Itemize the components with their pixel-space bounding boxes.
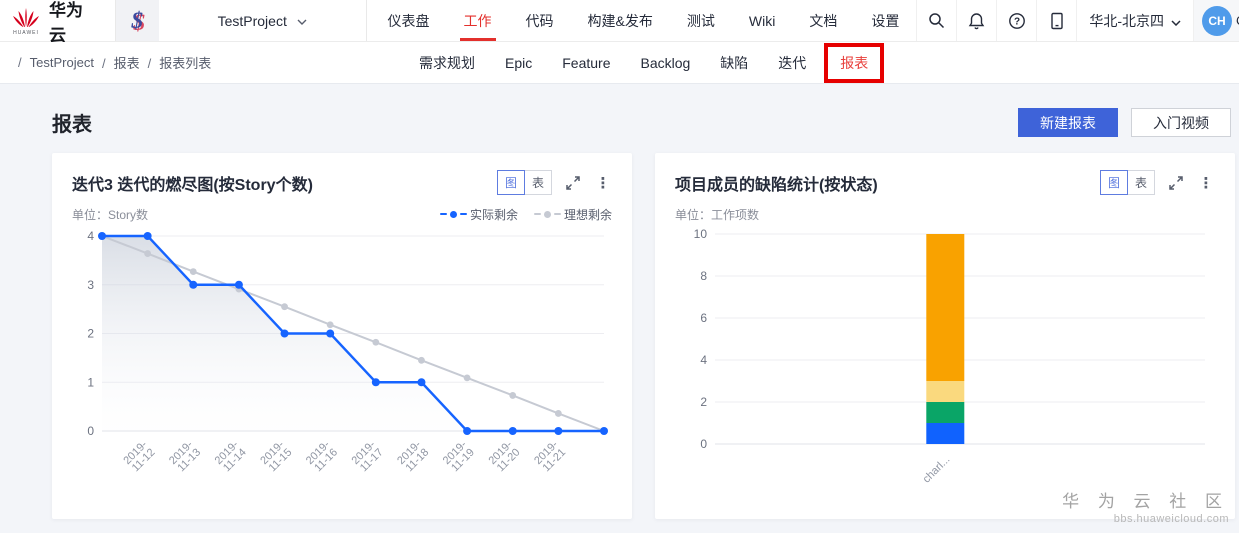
svg-text:4: 4 bbox=[700, 353, 707, 367]
svg-text:4: 4 bbox=[87, 229, 94, 243]
svg-text:2019-11-20: 2019-11-20 bbox=[486, 438, 522, 474]
card-header: 迭代3 迭代的燃尽图(按Story个数) 图 表 ⋮ bbox=[72, 170, 612, 195]
defect-stacked-bar-chart: 0 2 4 6 8 10 charl... bbox=[675, 224, 1215, 486]
chevron-down-icon bbox=[1171, 13, 1181, 29]
tab-requirement-planning[interactable]: 需求规划 bbox=[404, 53, 490, 73]
topbar-right: ? 华北-北京四 CH C bbox=[916, 0, 1239, 41]
svg-text:6: 6 bbox=[700, 311, 707, 325]
svg-text:2019-11-16: 2019-11-16 bbox=[304, 438, 340, 474]
project-selector[interactable]: TestProject bbox=[159, 0, 366, 41]
svg-text:?: ? bbox=[1014, 16, 1020, 27]
breadcrumb-reports[interactable]: 报表 bbox=[94, 53, 140, 72]
svg-text:10: 10 bbox=[694, 227, 708, 241]
chart-legend: 实际剩余 理想剩余 bbox=[440, 206, 612, 223]
chevron-down-icon bbox=[297, 12, 307, 30]
tab-reports[interactable]: 报表 bbox=[840, 55, 868, 71]
legend-ideal-remaining[interactable]: 理想剩余 bbox=[534, 206, 612, 223]
project-name: TestProject bbox=[218, 13, 287, 29]
breadcrumb: TestProject 报表 报表列表 bbox=[0, 53, 211, 72]
tab-backlog[interactable]: Backlog bbox=[625, 55, 705, 71]
svg-text:2: 2 bbox=[87, 327, 94, 341]
notification-bell-icon[interactable] bbox=[956, 0, 996, 41]
legend-actual-remaining[interactable]: 实际剩余 bbox=[440, 206, 518, 223]
card-header: 项目成员的缺陷统计(按状态) 图 表 ⋮ bbox=[675, 170, 1215, 195]
user-menu[interactable]: CH C bbox=[1193, 0, 1239, 41]
expand-icon[interactable] bbox=[564, 174, 582, 192]
huawei-logo-icon: HUAWEI bbox=[12, 6, 40, 36]
view-toggle: 图 表 bbox=[497, 170, 552, 195]
nav-item-test[interactable]: 测试 bbox=[670, 0, 732, 41]
page-actions: 新建报表 入门视频 bbox=[1018, 108, 1231, 137]
unit-label: 单位：Story数 bbox=[72, 206, 148, 223]
more-options-icon[interactable]: ⋮ bbox=[1197, 174, 1215, 192]
chart-view-button[interactable]: 图 bbox=[497, 170, 525, 195]
chart-meta: 单位：工作项数 bbox=[675, 206, 1215, 222]
page-title: 报表 bbox=[52, 108, 92, 137]
region-selector[interactable]: 华北-北京四 bbox=[1076, 0, 1193, 41]
brand-name: 华为云 bbox=[49, 0, 99, 46]
svg-text:charl...: charl... bbox=[921, 454, 953, 486]
svg-text:2019-11-13: 2019-11-13 bbox=[167, 438, 203, 474]
nav-item-settings[interactable]: 设置 bbox=[854, 0, 916, 41]
tab-feature[interactable]: Feature bbox=[547, 55, 625, 71]
more-options-icon[interactable]: ⋮ bbox=[594, 174, 612, 192]
nav-item-docs[interactable]: 文档 bbox=[792, 0, 854, 41]
svg-text:8: 8 bbox=[700, 269, 707, 283]
breadcrumb-report-list: 报表列表 bbox=[140, 53, 212, 72]
main-nav: 仪表盘 工作 代码 构建&发布 测试 Wiki 文档 设置 bbox=[371, 0, 917, 41]
card-controls: 图 表 ⋮ bbox=[497, 170, 612, 195]
new-report-button[interactable]: 新建报表 bbox=[1018, 108, 1118, 137]
svg-text:1: 1 bbox=[87, 375, 94, 389]
chart-meta: 单位：Story数 实际剩余 理想剩余 bbox=[72, 206, 612, 222]
region-label: 华北-北京四 bbox=[1089, 11, 1164, 31]
nav-item-code[interactable]: 代码 bbox=[509, 0, 571, 41]
svg-text:2019-11-14: 2019-11-14 bbox=[213, 438, 249, 474]
card-controls: 图 表 ⋮ bbox=[1100, 170, 1215, 195]
svg-text:2019-11-12: 2019-11-12 bbox=[121, 438, 157, 474]
svg-text:2019-11-19: 2019-11-19 bbox=[441, 438, 477, 474]
search-icon[interactable] bbox=[916, 0, 956, 41]
annotation-highlight-box: 报表 bbox=[824, 43, 884, 83]
table-view-button[interactable]: 表 bbox=[1127, 170, 1155, 195]
card-title: 项目成员的缺陷统计(按状态) bbox=[675, 171, 878, 195]
topbar: HUAWEI 华为云 $ TestProject 仪表盘 工作 代码 构建&发布… bbox=[0, 0, 1239, 42]
help-icon[interactable]: ? bbox=[996, 0, 1036, 41]
nav-item-build-release[interactable]: 构建&发布 bbox=[571, 0, 670, 41]
report-cards: 迭代3 迭代的燃尽图(按Story个数) 图 表 ⋮ 单位：Story数 bbox=[52, 153, 1239, 519]
nav-item-work[interactable]: 工作 bbox=[447, 0, 509, 41]
burndown-line-chart: 012342019-11-122019-11-132019-11-142019-… bbox=[72, 224, 612, 486]
tab-defects[interactable]: 缺陷 bbox=[705, 53, 763, 73]
expand-icon[interactable] bbox=[1167, 174, 1185, 192]
svg-text:0: 0 bbox=[700, 437, 707, 451]
burndown-chart-card: 迭代3 迭代的燃尽图(按Story个数) 图 表 ⋮ 单位：Story数 bbox=[52, 153, 632, 519]
page-head: 报表 新建报表 入门视频 bbox=[0, 84, 1239, 137]
nav-item-dashboard[interactable]: 仪表盘 bbox=[371, 0, 447, 41]
card-title: 迭代3 迭代的燃尽图(按Story个数) bbox=[72, 171, 313, 195]
divider bbox=[366, 0, 367, 41]
svg-text:0: 0 bbox=[87, 424, 94, 438]
svg-text:2: 2 bbox=[700, 395, 707, 409]
tab-epic[interactable]: Epic bbox=[490, 55, 547, 71]
avatar[interactable]: CH bbox=[1202, 6, 1232, 36]
subnav: TestProject 报表 报表列表 需求规划 Epic Feature Ba… bbox=[0, 42, 1239, 84]
svg-text:2019-11-15: 2019-11-15 bbox=[258, 438, 294, 474]
tab-iteration[interactable]: 迭代 bbox=[763, 53, 821, 73]
table-view-button[interactable]: 表 bbox=[524, 170, 552, 195]
intro-video-button[interactable]: 入门视频 bbox=[1131, 108, 1231, 137]
svg-text:2019-11-21: 2019-11-21 bbox=[532, 438, 568, 474]
nav-item-wiki[interactable]: Wiki bbox=[732, 0, 792, 41]
svg-text:2019-11-18: 2019-11-18 bbox=[395, 438, 431, 474]
svg-text:2019-11-17: 2019-11-17 bbox=[350, 438, 386, 474]
breadcrumb-project[interactable]: TestProject bbox=[10, 55, 94, 70]
brand[interactable]: HUAWEI 华为云 bbox=[0, 0, 115, 41]
view-toggle: 图 表 bbox=[1100, 170, 1155, 195]
unit-label: 单位：工作项数 bbox=[675, 206, 759, 223]
work-tabs: 需求规划 Epic Feature Backlog 缺陷 迭代 报表 bbox=[404, 42, 884, 83]
mobile-device-icon[interactable] bbox=[1036, 0, 1076, 41]
svg-text:3: 3 bbox=[87, 278, 94, 292]
project-logo: $ bbox=[116, 0, 159, 41]
defect-chart-card: 项目成员的缺陷统计(按状态) 图 表 ⋮ 单位：工作项数 0 2 4 6 8 10 char… bbox=[655, 153, 1235, 519]
chart-view-button[interactable]: 图 bbox=[1100, 170, 1128, 195]
